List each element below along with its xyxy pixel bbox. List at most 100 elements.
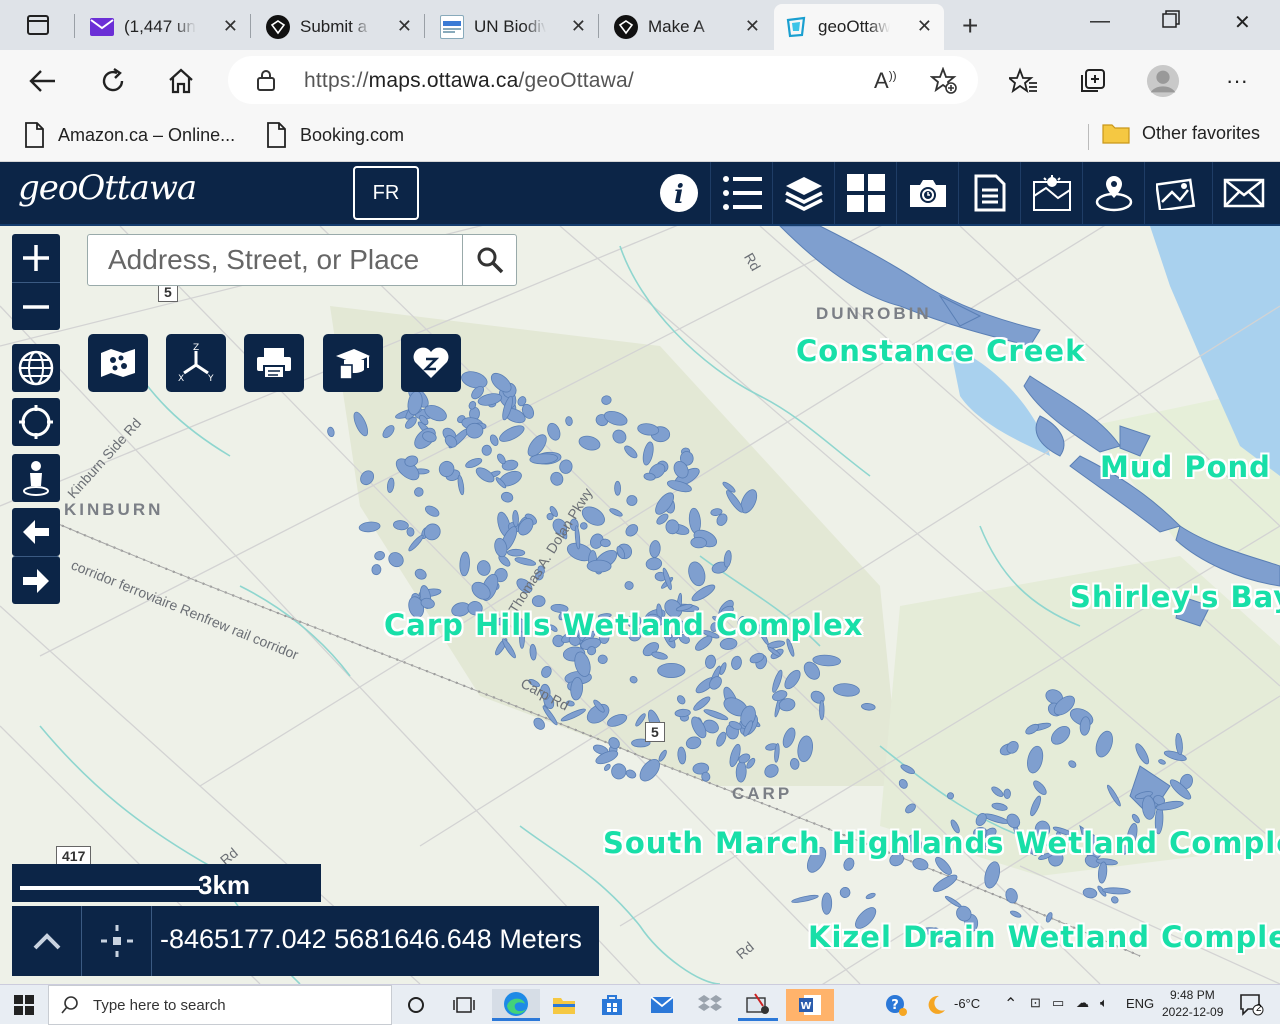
location-icon[interactable] — [1082, 162, 1144, 224]
wetland-patch — [507, 548, 526, 557]
list-icon[interactable] — [710, 162, 772, 224]
onedrive-icon[interactable]: ☁ — [1076, 995, 1089, 1011]
chevron-up-icon[interactable]: ⌃ — [1004, 994, 1017, 1014]
wetland-patch — [512, 510, 519, 527]
geoottawa-header: geoOttawa FR i — [0, 162, 1280, 226]
network-icon[interactable]: ▭ — [1052, 995, 1064, 1011]
home-icon[interactable] — [164, 64, 198, 98]
other-favorites[interactable]: Other favorites — [1102, 122, 1260, 144]
wetland-label: Kizel Drain Wetland Complex — [808, 920, 1280, 954]
task-view-icon[interactable] — [444, 989, 484, 1021]
education-icon[interactable] — [323, 334, 383, 392]
favorites-icon[interactable] — [1006, 64, 1040, 98]
collections-icon[interactable] — [1076, 64, 1110, 98]
help-icon[interactable]: ? — [876, 989, 916, 1021]
url-text[interactable]: https://maps.ottawa.ca/geoOttawa/ — [304, 69, 634, 93]
close-window-icon[interactable]: ✕ — [1234, 10, 1251, 35]
globe-icon[interactable] — [12, 344, 60, 392]
svg-text:i: i — [674, 180, 684, 210]
bookmark-booking[interactable]: Booking.com — [266, 122, 404, 148]
more-options-icon[interactable]: ··· — [1220, 64, 1254, 98]
tray-app-icon[interactable]: ⊡ — [1030, 995, 1041, 1011]
language-fr-button[interactable]: FR — [353, 166, 419, 220]
tab-make-a[interactable]: Make A ✕ — [604, 4, 772, 50]
xyz-coordinates-icon[interactable]: Z X Y — [166, 334, 226, 392]
map-gallery-icon[interactable] — [1020, 162, 1082, 224]
lock-icon[interactable] — [256, 69, 276, 96]
layers-icon[interactable] — [772, 162, 834, 224]
windows-start-icon[interactable] — [14, 995, 34, 1020]
info-icon[interactable]: i — [648, 162, 710, 224]
locate-icon[interactable] — [12, 398, 60, 446]
street-view-icon[interactable] — [12, 454, 60, 502]
search-icon[interactable] — [462, 235, 516, 285]
tab-mail[interactable]: (1,447 unread) ✕ — [80, 4, 250, 50]
file-explorer-icon[interactable] — [544, 989, 584, 1021]
wetland-patch — [821, 892, 833, 915]
clock-date[interactable]: 2022-12-09 — [1162, 1005, 1223, 1019]
document-icon[interactable] — [958, 162, 1020, 224]
tab-close-icon[interactable]: ✕ — [397, 16, 412, 37]
favorites-heart-icon[interactable] — [401, 334, 461, 392]
browser-nav-bar: https://maps.ottawa.ca/geoOttawa/ A)) ··… — [0, 50, 1280, 112]
tab-title: UN Biodiversity — [474, 17, 546, 36]
volume-icon[interactable]: 🔈︎ — [1100, 995, 1108, 1011]
bookmark-amazon[interactable]: Amazon.ca – Online... — [24, 122, 235, 148]
place-label: KINBURN — [64, 500, 164, 519]
tab-close-icon[interactable]: ✕ — [745, 16, 760, 37]
crosshair-icon[interactable] — [82, 906, 152, 976]
profile-avatar[interactable] — [1146, 64, 1180, 98]
taskbar-search[interactable]: Type here to search — [48, 985, 392, 1025]
read-aloud-icon[interactable]: A)) — [874, 68, 897, 94]
basemap-palette-icon[interactable] — [88, 334, 148, 392]
folder-icon — [1102, 124, 1130, 144]
tab-close-icon[interactable]: ✕ — [223, 16, 238, 37]
next-extent-icon[interactable] — [12, 556, 60, 604]
weather-moon-icon[interactable] — [916, 989, 956, 1021]
word-icon[interactable]: W — [786, 989, 834, 1021]
zoom-out-icon[interactable] — [12, 282, 60, 330]
notifications-icon[interactable]: 2 — [1232, 989, 1272, 1021]
clock-time[interactable]: 9:48 PM — [1170, 988, 1215, 1002]
tab-submit[interactable]: Submit a ✕ — [256, 4, 424, 50]
restore-icon[interactable] — [1162, 10, 1180, 34]
mail-icon[interactable] — [1212, 162, 1274, 224]
store-icon[interactable] — [592, 989, 632, 1021]
tab-close-icon[interactable]: ✕ — [571, 16, 586, 37]
edge-icon[interactable] — [492, 989, 540, 1021]
tab-close-icon[interactable]: ✕ — [917, 16, 932, 37]
minimize-icon[interactable]: — — [1090, 10, 1110, 33]
language-indicator[interactable]: ENG — [1126, 996, 1154, 1011]
address-search-input[interactable] — [88, 235, 464, 285]
camera-icon[interactable] — [896, 162, 958, 224]
refresh-icon[interactable] — [96, 64, 130, 98]
screen-clip-icon[interactable] — [738, 989, 778, 1021]
url-prefix: https:// — [304, 69, 369, 92]
cortana-icon[interactable] — [396, 989, 436, 1021]
address-search — [87, 234, 517, 286]
wetland-label: Constance Creek — [796, 334, 1086, 368]
wetland-patch — [531, 595, 546, 608]
address-bar[interactable]: https://maps.ottawa.ca/geoOttawa/ A)) — [228, 56, 978, 104]
dropbox-icon[interactable] — [690, 989, 730, 1021]
back-icon[interactable] — [26, 64, 60, 98]
tab-un-biodiversity[interactable]: UN Biodiversity ✕ — [430, 4, 598, 50]
add-favorite-icon[interactable] — [929, 66, 958, 100]
scale-line — [20, 886, 200, 890]
chevron-up-icon[interactable] — [12, 906, 82, 976]
zoom-in-icon[interactable] — [12, 234, 60, 282]
grid-icon[interactable] — [834, 162, 896, 224]
new-tab-icon[interactable]: + — [962, 10, 978, 42]
geoottawa-logo[interactable]: geoOttawa — [18, 168, 197, 208]
tab-actions-icon[interactable] — [18, 12, 58, 38]
map-view[interactable]: DUNROBIN KINBURN CARP corridor ferroviai… — [0, 226, 1280, 984]
weather-temp[interactable]: -6°C — [954, 996, 980, 1011]
mail-icon — [90, 15, 114, 39]
tab-geoottawa[interactable]: geoOttawa ✕ — [774, 4, 944, 50]
mail-app-icon[interactable] — [642, 989, 682, 1021]
bookmark-label: Amazon.ca – Online... — [58, 124, 236, 145]
svg-text:Z: Z — [193, 343, 199, 353]
photo-icon[interactable] — [1144, 162, 1206, 224]
print-icon[interactable] — [244, 334, 304, 392]
previous-extent-icon[interactable] — [12, 508, 60, 556]
